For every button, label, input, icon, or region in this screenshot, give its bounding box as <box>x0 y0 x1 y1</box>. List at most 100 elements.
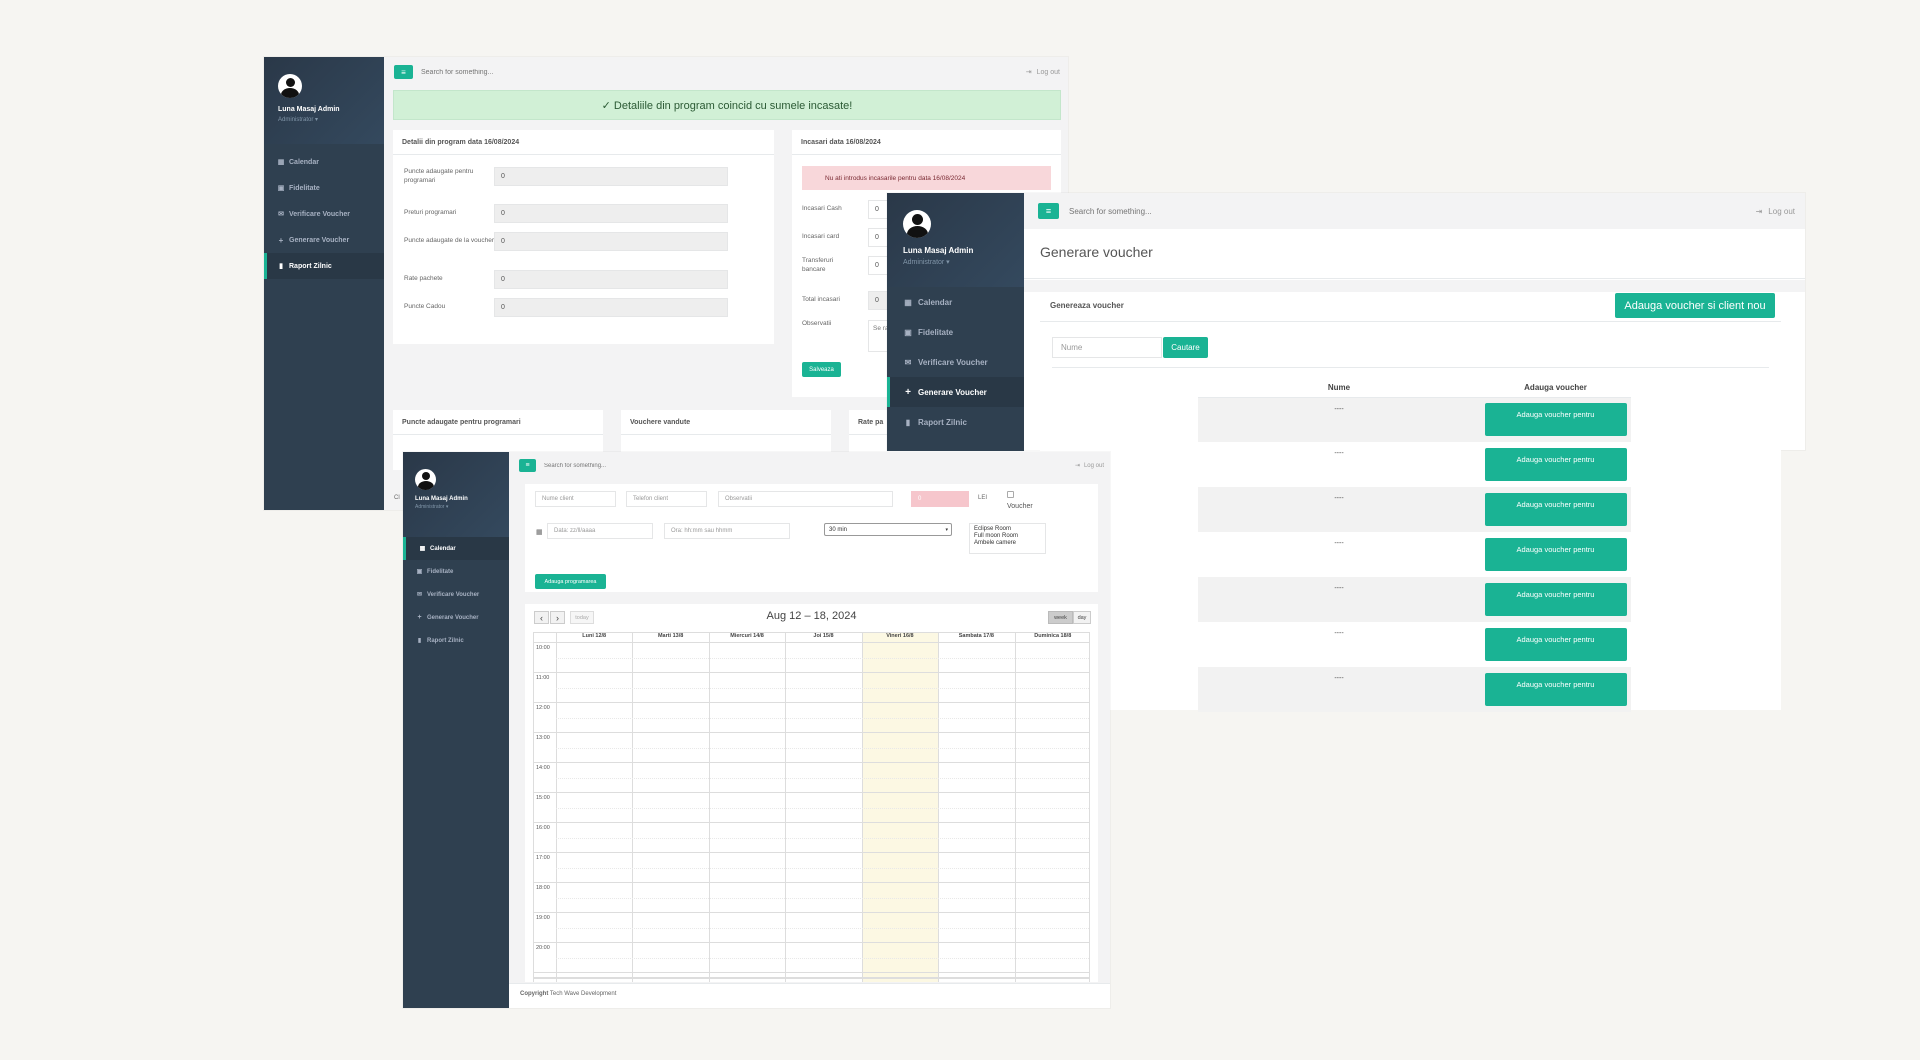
search-input[interactable] <box>544 462 744 469</box>
sidebar-nav: ▦ Calendar ▣ Fidelitate ✉ Verificare Vouche… <box>887 287 1024 437</box>
table-row: ---- Adauga voucher pentru <box>1198 667 1631 712</box>
panel-title: Incasari data 16/08/2024 <box>792 130 1061 155</box>
add-voucher-for-client-button[interactable]: Adauga voucher pentru <box>1484 493 1627 526</box>
sidebar-item-calendar[interactable]: ▦ Calendar <box>887 287 1024 317</box>
menu-toggle-button[interactable]: ≡ <box>394 65 413 79</box>
half-hour-line <box>556 928 1089 929</box>
add-voucher-for-client-button[interactable]: Adauga voucher pentru <box>1484 538 1627 571</box>
file-icon: ▮ <box>279 263 283 270</box>
sidebar-item-generare-voucher[interactable]: + Generare Voucher <box>264 227 384 253</box>
save-button[interactable]: Salveaza <box>802 362 841 377</box>
add-voucher-new-client-button[interactable]: Adauga voucher si client nou <box>1615 293 1775 318</box>
sidebar-profile: Luna Masaj Admin Administrator ▾ <box>887 193 1024 287</box>
date-calendar-icon[interactable]: ▦ <box>536 528 543 536</box>
sidebar-item-verificare-voucher[interactable]: ✉ Verificare Voucher <box>264 201 384 227</box>
menu-toggle-button[interactable]: ≡ <box>1038 203 1059 219</box>
half-hour-line <box>556 958 1089 959</box>
room-listbox[interactable]: Eclipse Room Full moon Room Ambele camer… <box>969 523 1046 554</box>
hour-label: 14:00 <box>536 765 550 771</box>
sidebar-item-label: Generare Voucher <box>427 614 479 621</box>
sidebar-item-fidelitate[interactable]: ▣ Fidelitate <box>264 175 384 201</box>
user-role[interactable]: Administrator ▾ <box>278 116 384 123</box>
sidebar-item-calendar[interactable]: ▦ Calendar <box>264 149 384 175</box>
date-input[interactable]: Data: zz/ll/aaaa <box>547 523 653 539</box>
hour-slot[interactable] <box>534 793 1089 823</box>
hour-slot[interactable] <box>534 913 1089 943</box>
sidebar-item-fidelitate[interactable]: ▣ Fidelitate <box>403 560 509 583</box>
sidebar-item-generare-voucher[interactable]: + Generare Voucher <box>403 606 509 629</box>
table-row: ---- Adauga voucher pentru <box>1198 622 1631 667</box>
user-name[interactable]: Luna Masaj Admin <box>903 246 1024 255</box>
search-button[interactable]: Cautare <box>1163 337 1208 358</box>
sidebar-item-verificare-voucher[interactable]: ✉ Verificare Voucher <box>403 583 509 606</box>
hour-slot[interactable] <box>534 763 1089 793</box>
client-phone-input[interactable]: Telefon client <box>626 491 707 507</box>
hour-slot[interactable] <box>534 703 1089 733</box>
file-icon: ▮ <box>417 638 422 644</box>
menu-toggle-button[interactable]: ≡ <box>519 459 536 472</box>
voucher-checkbox[interactable] <box>1007 491 1014 498</box>
search-input[interactable] <box>421 68 621 76</box>
avatar[interactable] <box>903 210 931 238</box>
readonly-field: 0 <box>494 270 728 289</box>
detail-row: Rate pachete 0 <box>404 270 728 289</box>
day-view-button[interactable]: day <box>1073 611 1091 624</box>
hour-slot[interactable] <box>534 733 1089 763</box>
hour-slot[interactable] <box>534 853 1089 883</box>
table-row: ---- Adauga voucher pentru <box>1198 487 1631 532</box>
hour-slot[interactable] <box>534 823 1089 853</box>
add-voucher-for-client-button[interactable]: Adauga voucher pentru <box>1484 403 1627 437</box>
hour-label: 11:00 <box>536 675 550 681</box>
hour-label: 20:00 <box>536 945 550 951</box>
sidebar-item-verificare-voucher[interactable]: ✉ Verificare Voucher <box>887 347 1024 377</box>
gift-icon: ▣ <box>904 327 912 337</box>
readonly-field: 0 <box>494 204 728 223</box>
hour-slot[interactable] <box>534 643 1089 673</box>
hour-slot[interactable] <box>534 883 1089 913</box>
avatar[interactable] <box>278 74 302 98</box>
sidebar: Luna Masaj Admin Administrator ▾ ▦ Calend… <box>403 452 509 1008</box>
time-input[interactable]: Ora: hh:mm sau hhmm <box>664 523 790 539</box>
topbar: ≡ ⇥ Log out <box>1024 193 1805 229</box>
user-role[interactable]: Administrator ▾ <box>903 258 1024 266</box>
program-details-panel: Detalii din program data 16/08/2024 Punc… <box>393 130 774 344</box>
price-input[interactable]: 0 <box>911 491 969 507</box>
room-option[interactable]: Ambele camere <box>974 540 1016 547</box>
sidebar-item-raport-zilnic[interactable]: ▮ Raport Zilnic <box>403 629 509 652</box>
client-name-input[interactable]: Nume client <box>535 491 616 507</box>
user-name[interactable]: Luna Masaj Admin <box>415 496 509 502</box>
hour-slot[interactable] <box>534 943 1089 973</box>
room-option[interactable]: Full moon Room <box>974 533 1018 540</box>
user-name[interactable]: Luna Masaj Admin <box>278 106 384 113</box>
logout-button[interactable]: ⇥ Log out <box>1026 68 1060 77</box>
add-appointment-button[interactable]: Adauga programarea <box>535 574 606 589</box>
add-voucher-for-client-button[interactable]: Adauga voucher pentru <box>1484 583 1627 616</box>
room-option[interactable]: Eclipse Room <box>974 526 1011 533</box>
name-search-input[interactable]: Nume <box>1052 337 1162 358</box>
add-voucher-for-client-button[interactable]: Adauga voucher pentru <box>1484 448 1627 481</box>
duration-select[interactable]: 30 min ▾ <box>824 523 952 536</box>
voucher-client-name: ---- <box>1334 585 1344 592</box>
user-role[interactable]: Administrator ▾ <box>415 504 509 510</box>
search-input[interactable] <box>1069 206 1269 216</box>
sidebar-item-calendar[interactable]: ▦ Calendar <box>403 537 509 560</box>
sidebar-item-label: Raport Zilnic <box>289 262 332 270</box>
logout-icon: ⇥ <box>1755 206 1763 216</box>
sidebar-item-fidelitate[interactable]: ▣ Fidelitate <box>887 317 1024 347</box>
gift-icon: ▣ <box>277 185 285 192</box>
logout-button[interactable]: ⇥ Log out <box>1756 207 1795 216</box>
day-header: Joi 15/8 <box>813 633 834 639</box>
avatar[interactable] <box>415 469 436 490</box>
voucher-client-name: ---- <box>1334 495 1344 502</box>
logout-label: Log out <box>1083 462 1104 469</box>
logout-button[interactable]: ⇥ Log out <box>1075 462 1104 470</box>
half-hour-line <box>556 778 1089 779</box>
sidebar-item-raport-zilnic[interactable]: ▮ Raport Zilnic <box>264 253 384 279</box>
notes-input[interactable]: Observatii <box>718 491 893 507</box>
sidebar-item-generare-voucher[interactable]: + Generare Voucher <box>887 377 1024 407</box>
sidebar-item-raport-zilnic[interactable]: ▮ Raport Zilnic <box>887 407 1024 437</box>
add-voucher-for-client-button[interactable]: Adauga voucher pentru <box>1484 673 1627 706</box>
add-voucher-for-client-button[interactable]: Adauga voucher pentru <box>1484 628 1627 661</box>
week-view-button[interactable]: week <box>1048 611 1073 624</box>
hour-slot[interactable] <box>534 673 1089 703</box>
